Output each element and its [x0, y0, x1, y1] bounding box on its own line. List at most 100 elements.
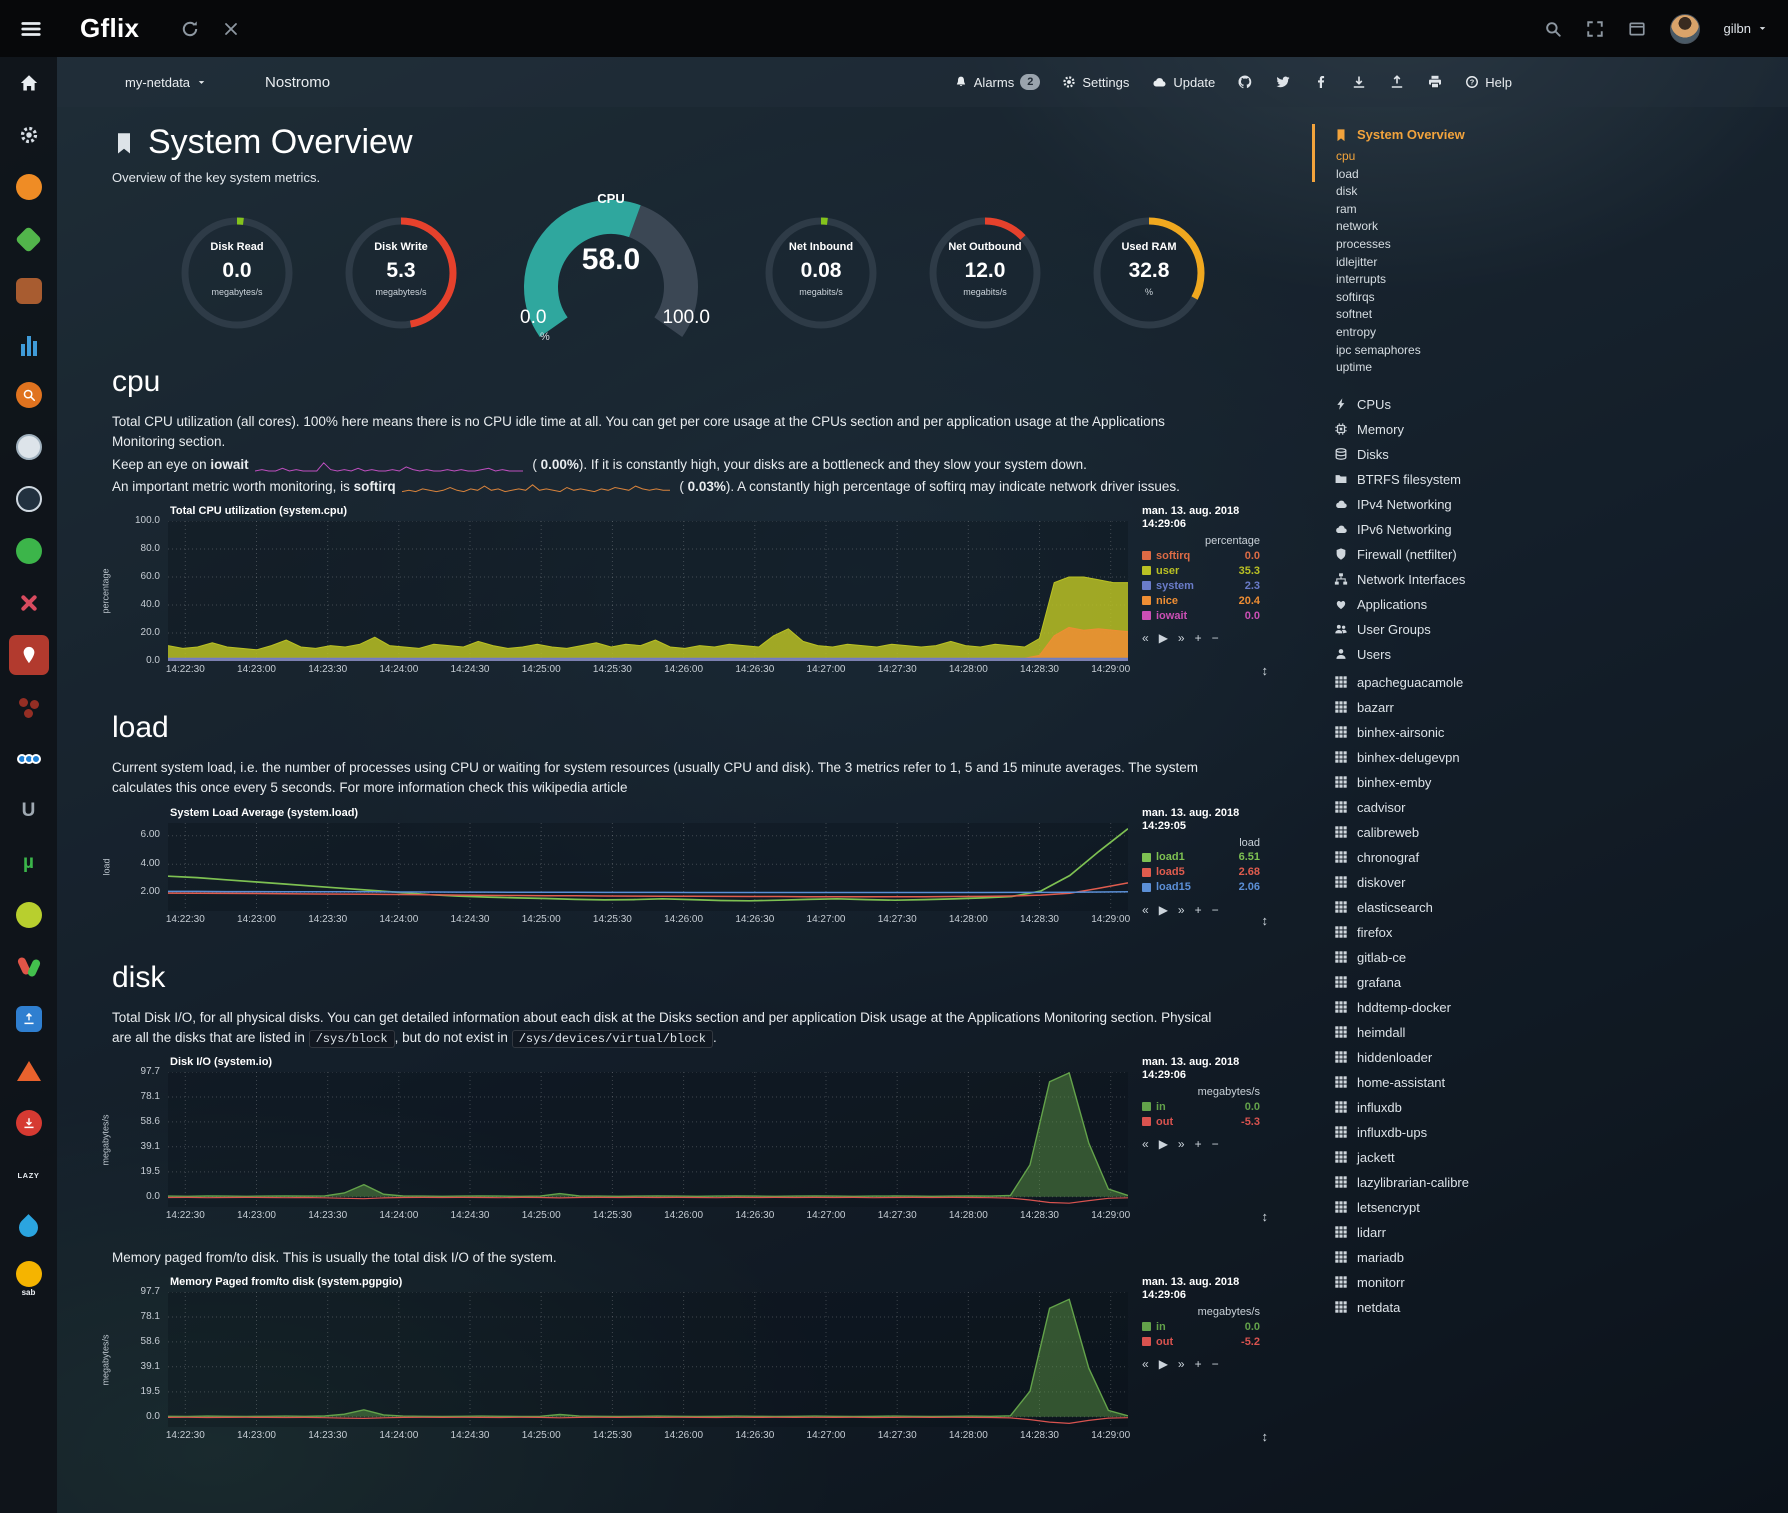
- menu-item-binhex-airsonic[interactable]: binhex-airsonic: [1312, 720, 1612, 745]
- legend-item[interactable]: system2.3: [1142, 578, 1260, 593]
- sidebar-app-button[interactable]: [0, 317, 57, 369]
- chart-pan-right-button[interactable]: »: [1178, 1357, 1185, 1371]
- sidebar-app-button[interactable]: [0, 1045, 57, 1097]
- sidebar-settings-button[interactable]: [0, 109, 57, 161]
- legend-item[interactable]: nice20.4: [1142, 593, 1260, 608]
- sidebar-app-button[interactable]: [0, 1097, 57, 1149]
- menu-item-jackett[interactable]: jackett: [1312, 1145, 1612, 1170]
- chart-resize-handle[interactable]: ↕: [1262, 1209, 1269, 1224]
- alarms-button[interactable]: Alarms 2: [954, 74, 1041, 90]
- sidebar-app-button[interactable]: [0, 733, 57, 785]
- search-icon[interactable]: [1544, 20, 1562, 38]
- chart-pan-left-button[interactable]: «: [1142, 631, 1149, 645]
- sidebar-app-button[interactable]: LAZY: [0, 1149, 57, 1201]
- menu-item-heimdall[interactable]: heimdall: [1312, 1020, 1612, 1045]
- menu-item-apacheguacamole[interactable]: apacheguacamole: [1312, 670, 1612, 695]
- menu-item-system-overview[interactable]: System Overview: [1312, 127, 1612, 142]
- menu-item-cadvisor[interactable]: cadvisor: [1312, 795, 1612, 820]
- facebook-icon[interactable]: [1313, 74, 1329, 90]
- chart-canvas[interactable]: [168, 521, 1128, 661]
- wikipedia-link[interactable]: wikipedia article: [532, 780, 627, 795]
- chart-play-button[interactable]: ▶: [1159, 1357, 1168, 1371]
- github-icon[interactable]: [1237, 74, 1253, 90]
- print-icon[interactable]: [1427, 74, 1443, 90]
- menu-item-bazarr[interactable]: bazarr: [1312, 695, 1612, 720]
- submenu-item-idlejitter[interactable]: idlejitter: [1336, 254, 1612, 272]
- menu-item-binhex-emby[interactable]: binhex-emby: [1312, 770, 1612, 795]
- menu-item-diskover[interactable]: diskover: [1312, 870, 1612, 895]
- menu-item-ipv4-networking[interactable]: IPv4 Networking: [1312, 492, 1612, 517]
- submenu-item-load[interactable]: load: [1336, 166, 1612, 184]
- chart-zoom-out-button[interactable]: −: [1212, 631, 1219, 645]
- menu-item-grafana[interactable]: grafana: [1312, 970, 1612, 995]
- gauge-cpu[interactable]: CPU58.00.0100.0%: [506, 195, 716, 343]
- sidebar-app-button[interactable]: [0, 473, 57, 525]
- close-tab-icon[interactable]: [223, 21, 239, 37]
- menu-item-hiddenloader[interactable]: hiddenloader: [1312, 1045, 1612, 1070]
- chart-play-button[interactable]: ▶: [1159, 631, 1168, 645]
- sidebar-app-button[interactable]: [0, 889, 57, 941]
- chart-pan-right-button[interactable]: »: [1178, 1137, 1185, 1151]
- menu-item-firewall-netfilter-[interactable]: Firewall (netfilter): [1312, 542, 1612, 567]
- gauge-used-ram[interactable]: Used RAM32.8%: [1090, 214, 1208, 332]
- sidebar-app-button[interactable]: U: [0, 785, 57, 837]
- submenu-item-cpu[interactable]: cpu: [1336, 148, 1612, 166]
- submenu-item-disk[interactable]: disk: [1336, 183, 1612, 201]
- submenu-item-processes[interactable]: processes: [1336, 236, 1612, 254]
- gauge-net-outbound[interactable]: Net Outbound12.0megabits/s: [926, 214, 1044, 332]
- legend-item[interactable]: iowait0.0: [1142, 608, 1260, 623]
- fullscreen-icon[interactable]: [1586, 20, 1604, 38]
- twitter-icon[interactable]: [1275, 74, 1291, 90]
- menu-item-network-interfaces[interactable]: Network Interfaces: [1312, 567, 1612, 592]
- help-button[interactable]: ? Help: [1465, 75, 1512, 90]
- sidebar-home-button[interactable]: [0, 57, 57, 109]
- import-icon[interactable]: [1351, 74, 1367, 90]
- chart-play-button[interactable]: ▶: [1159, 903, 1168, 917]
- menu-item-lazylibrarian-calibre[interactable]: lazylibrarian-calibre: [1312, 1170, 1612, 1195]
- sidebar-app-button[interactable]: sab: [0, 1253, 57, 1305]
- gauge-disk-write[interactable]: Disk Write5.3megabytes/s: [342, 214, 460, 332]
- chart-pan-right-button[interactable]: »: [1178, 903, 1185, 917]
- menu-item-btrfs-filesystem[interactable]: BTRFS filesystem: [1312, 467, 1612, 492]
- my-netdata-dropdown[interactable]: my-netdata: [125, 75, 207, 90]
- chart-resize-handle[interactable]: ↕: [1262, 663, 1269, 678]
- chart-pan-left-button[interactable]: «: [1142, 1357, 1149, 1371]
- menu-item-calibreweb[interactable]: calibreweb: [1312, 820, 1612, 845]
- legend-item[interactable]: softirq0.0: [1142, 548, 1260, 563]
- settings-button[interactable]: Settings: [1062, 75, 1129, 90]
- chart-zoom-out-button[interactable]: −: [1212, 1137, 1219, 1151]
- avatar[interactable]: [1670, 14, 1700, 44]
- chart-zoom-out-button[interactable]: −: [1212, 1357, 1219, 1371]
- legend-item[interactable]: load52.68: [1142, 865, 1260, 880]
- chart-canvas[interactable]: [168, 823, 1128, 911]
- user-menu[interactable]: gilbn: [1724, 21, 1768, 36]
- legend-item[interactable]: out-5.2: [1142, 1334, 1260, 1349]
- chart-zoom-in-button[interactable]: +: [1195, 1137, 1202, 1151]
- sidebar-app-button[interactable]: [0, 265, 57, 317]
- sidebar-app-button[interactable]: [0, 577, 57, 629]
- sidebar-app-button[interactable]: [0, 681, 57, 733]
- submenu-item-softnet[interactable]: softnet: [1336, 306, 1612, 324]
- submenu-item-ram[interactable]: ram: [1336, 201, 1612, 219]
- menu-item-influxdb[interactable]: influxdb: [1312, 1095, 1612, 1120]
- gauge-disk-read[interactable]: Disk Read0.0megabytes/s: [178, 214, 296, 332]
- menu-item-home-assistant[interactable]: home-assistant: [1312, 1070, 1612, 1095]
- menu-item-user-groups[interactable]: User Groups: [1312, 617, 1612, 642]
- menu-item-monitorr[interactable]: monitorr: [1312, 1270, 1612, 1295]
- legend-item[interactable]: in0.0: [1142, 1319, 1260, 1334]
- sidebar-app-button[interactable]: [0, 369, 57, 421]
- menu-item-memory[interactable]: Memory: [1312, 417, 1612, 442]
- chart-resize-handle[interactable]: ↕: [1262, 913, 1269, 928]
- legend-item[interactable]: user35.3: [1142, 563, 1260, 578]
- chart-zoom-in-button[interactable]: +: [1195, 631, 1202, 645]
- menu-item-netdata[interactable]: netdata: [1312, 1295, 1612, 1320]
- sidebar-app-button[interactable]: [0, 941, 57, 993]
- submenu-item-network[interactable]: network: [1336, 218, 1612, 236]
- menu-item-mariadb[interactable]: mariadb: [1312, 1245, 1612, 1270]
- legend-item[interactable]: load16.51: [1142, 850, 1260, 865]
- sidebar-app-button[interactable]: [0, 525, 57, 577]
- menu-item-cpus[interactable]: CPUs: [1312, 392, 1612, 417]
- menu-item-hddtemp-docker[interactable]: hddtemp-docker: [1312, 995, 1612, 1020]
- sidebar-app-button[interactable]: [0, 213, 57, 265]
- menu-item-binhex-delugevpn[interactable]: binhex-delugevpn: [1312, 745, 1612, 770]
